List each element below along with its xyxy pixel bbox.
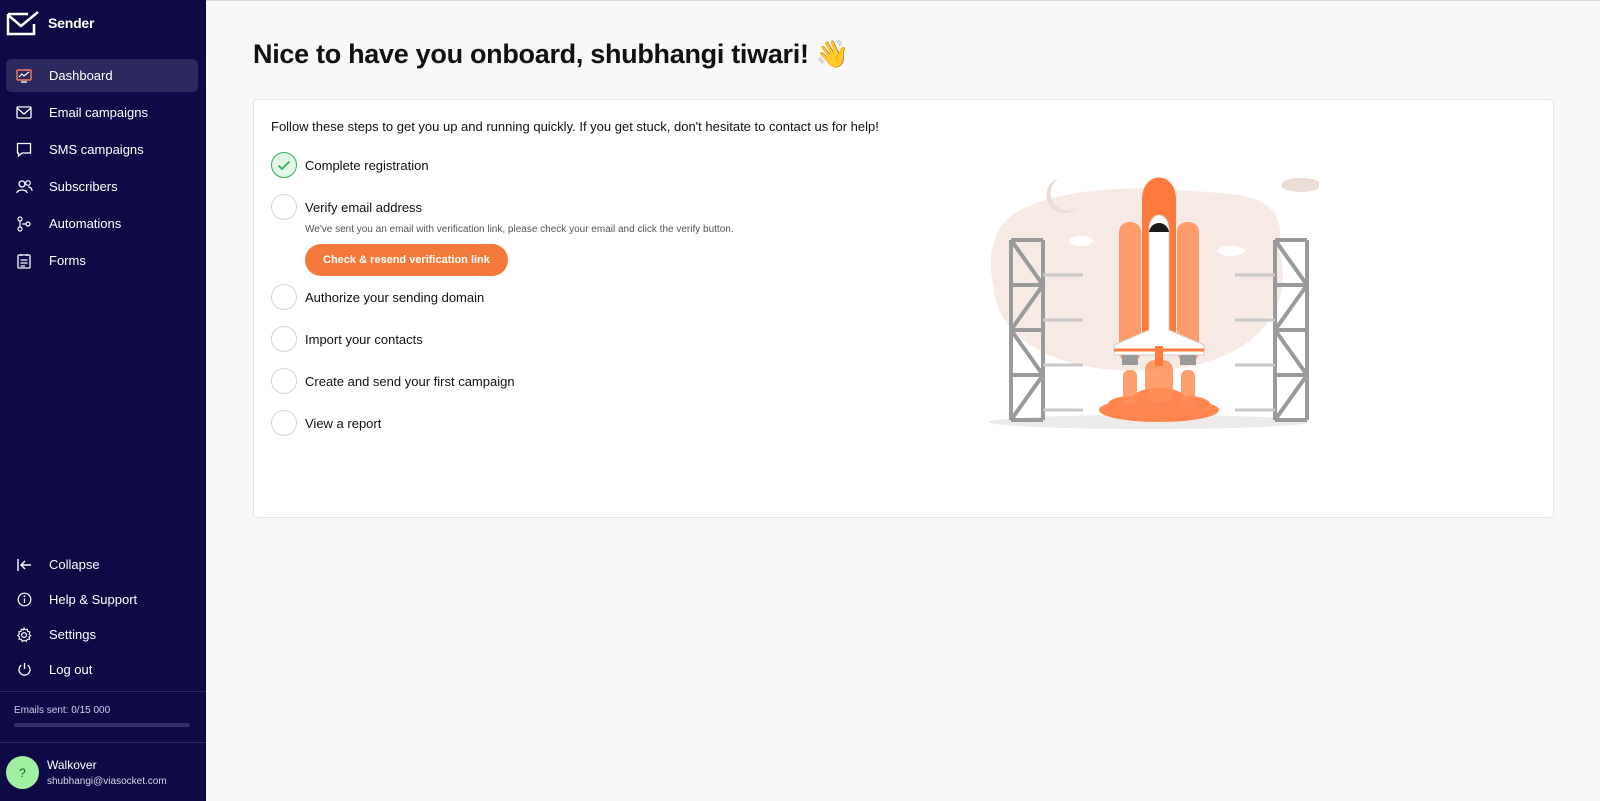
form-icon bbox=[14, 251, 34, 271]
sender-logo-icon bbox=[6, 10, 40, 36]
step-status-circle bbox=[271, 326, 297, 352]
sidebar-item-label: Dashboard bbox=[49, 68, 113, 83]
sidebar-item-label: Help & Support bbox=[49, 592, 138, 607]
step-status-circle bbox=[271, 194, 297, 220]
step-label: Authorize your sending domain bbox=[305, 289, 485, 305]
verify-email-hint: We've sent you an email with verificatio… bbox=[305, 224, 734, 235]
step-status-circle bbox=[271, 284, 297, 310]
sidebar-item-label: Log out bbox=[49, 662, 93, 677]
step-label: Import your contacts bbox=[305, 331, 423, 347]
brand[interactable]: Sender bbox=[6, 10, 94, 36]
chat-bubble-icon bbox=[14, 140, 34, 160]
sidebar-item-label: Subscribers bbox=[49, 179, 118, 194]
emails-sent-progress-bar bbox=[14, 723, 190, 727]
sidebar-bottom-nav: Collapse Help & Support Settings Log out bbox=[6, 549, 198, 689]
sidebar-item-dashboard[interactable]: Dashboard bbox=[6, 59, 198, 92]
power-icon bbox=[14, 660, 34, 680]
sidebar-item-label: Forms bbox=[49, 253, 86, 268]
info-icon bbox=[14, 590, 34, 610]
user-name: Walkover bbox=[47, 758, 97, 772]
step-label: Complete registration bbox=[305, 157, 429, 173]
sidebar: Sender Dashboard Email campaigns SMS cam… bbox=[0, 0, 206, 801]
rocket-launch-illustration bbox=[979, 170, 1321, 432]
avatar: ? bbox=[6, 756, 39, 789]
sidebar-item-log-out[interactable]: Log out bbox=[6, 654, 198, 685]
sidebar-item-automations[interactable]: Automations bbox=[6, 207, 198, 240]
sidebar-item-subscribers[interactable]: Subscribers bbox=[6, 170, 198, 203]
emails-sent-label: Emails sent: 0/15 000 bbox=[14, 705, 111, 716]
step-view-report[interactable]: View a report bbox=[271, 410, 891, 436]
onboarding-card: Follow these steps to get you up and run… bbox=[253, 99, 1554, 518]
dashboard-icon bbox=[14, 66, 34, 86]
sidebar-item-label: Email campaigns bbox=[49, 105, 148, 120]
onboarding-intro: Follow these steps to get you up and run… bbox=[271, 119, 879, 134]
step-import-contacts[interactable]: Import your contacts bbox=[271, 326, 891, 352]
resend-verification-button[interactable]: Check & resend verification link bbox=[305, 244, 508, 276]
step-complete-registration[interactable]: Complete registration bbox=[271, 152, 891, 178]
sidebar-item-forms[interactable]: Forms bbox=[6, 244, 198, 277]
gear-icon bbox=[14, 625, 34, 645]
top-divider bbox=[206, 0, 1600, 1]
user-profile[interactable]: ? Walkover shubhangi@viasocket.com bbox=[6, 756, 167, 789]
emails-sent-quota: Emails sent: 0/15 000 bbox=[0, 691, 206, 743]
step-status-circle bbox=[271, 410, 297, 436]
brand-name: Sender bbox=[48, 15, 95, 31]
users-icon bbox=[14, 177, 34, 197]
step-status-circle bbox=[271, 368, 297, 394]
page-title: Nice to have you onboard, shubhangi tiwa… bbox=[253, 39, 850, 69]
onboarding-steps: Complete registration Verify email addre… bbox=[271, 152, 891, 452]
user-email: shubhangi@viasocket.com bbox=[47, 776, 167, 787]
sidebar-item-label: Automations bbox=[49, 216, 122, 231]
sidebar-item-label: Collapse bbox=[49, 557, 100, 572]
step-label: View a report bbox=[305, 415, 382, 431]
sidebar-nav: Dashboard Email campaigns SMS campaigns … bbox=[6, 59, 198, 281]
step-first-campaign[interactable]: Create and send your first campaign bbox=[271, 368, 891, 394]
step-label: Verify email address bbox=[305, 199, 423, 215]
workflow-icon bbox=[14, 214, 34, 234]
sidebar-item-label: Settings bbox=[49, 627, 96, 642]
sidebar-item-sms-campaigns[interactable]: SMS campaigns bbox=[6, 133, 198, 166]
envelope-icon bbox=[14, 103, 34, 123]
step-authorize-domain[interactable]: Authorize your sending domain bbox=[271, 284, 891, 310]
sidebar-item-email-campaigns[interactable]: Email campaigns bbox=[6, 96, 198, 129]
sidebar-item-label: SMS campaigns bbox=[49, 142, 144, 157]
checkmark-icon bbox=[271, 152, 297, 178]
sidebar-item-settings[interactable]: Settings bbox=[6, 619, 198, 650]
step-label: Create and send your first campaign bbox=[305, 373, 515, 389]
sidebar-item-collapse[interactable]: Collapse bbox=[6, 549, 198, 580]
sidebar-item-help-support[interactable]: Help & Support bbox=[6, 584, 198, 615]
verify-email-detail: We've sent you an email with verificatio… bbox=[305, 224, 891, 276]
user-info: Walkover shubhangi@viasocket.com bbox=[47, 758, 167, 787]
step-verify-email[interactable]: Verify email address bbox=[271, 194, 891, 220]
collapse-left-icon bbox=[14, 555, 34, 575]
